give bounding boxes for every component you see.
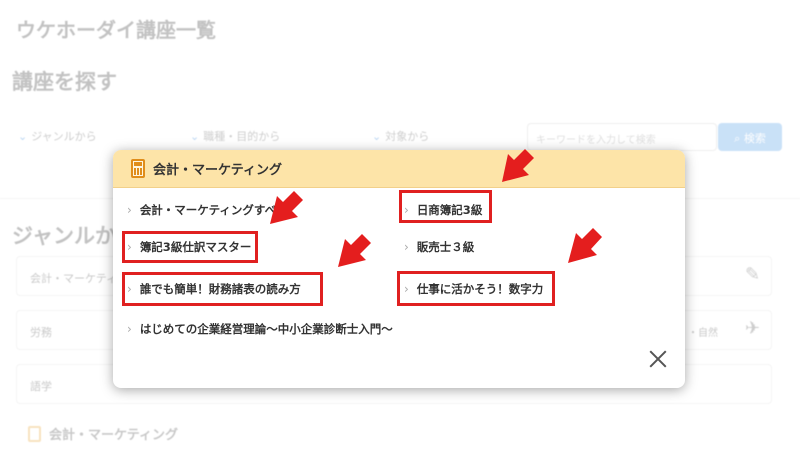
arrow-icon <box>502 149 534 182</box>
annotation-arrows <box>270 149 602 267</box>
arrow-icon <box>568 228 602 263</box>
arrow-icon <box>270 191 303 224</box>
arrow-icon <box>338 234 371 267</box>
